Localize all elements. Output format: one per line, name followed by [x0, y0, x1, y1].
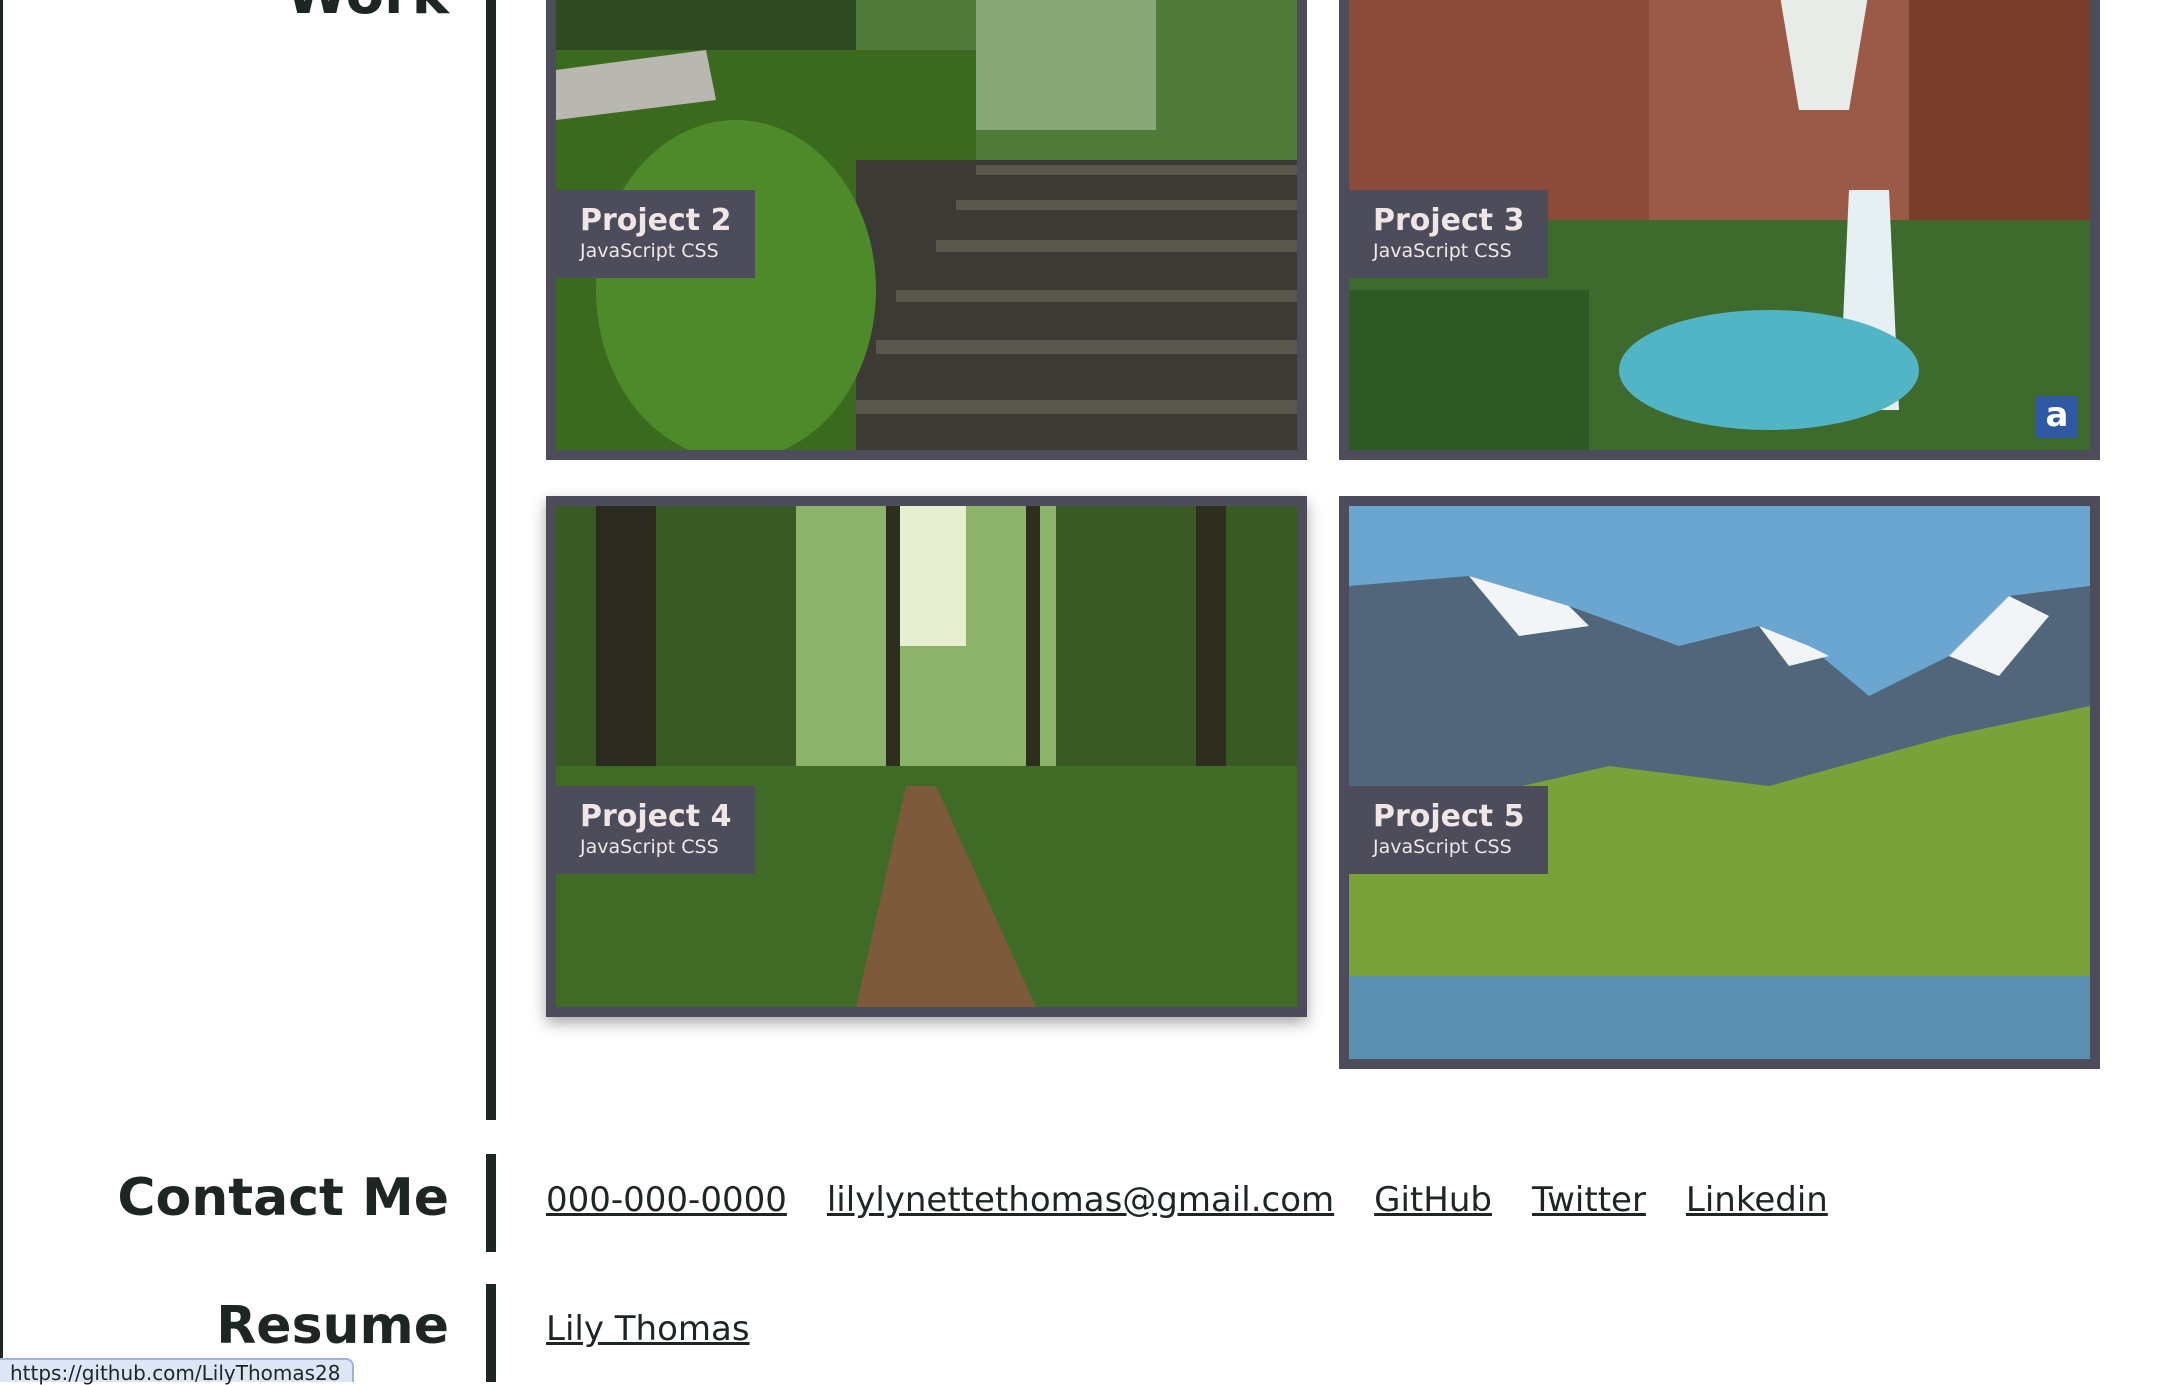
- project-3-tags: JavaScript CSS: [1373, 240, 1512, 262]
- github-link[interactable]: GitHub: [1374, 1180, 1492, 1220]
- project-5-title: Project 5: [1373, 799, 1525, 834]
- project-card-4[interactable]: Project 4 JavaScript CSS: [546, 496, 1307, 1017]
- project-3-label: Project 3 JavaScript CSS: [1349, 190, 1549, 278]
- project-2-tags: JavaScript CSS: [580, 240, 719, 262]
- resume-heading: Resume: [216, 1296, 449, 1356]
- twitter-link[interactable]: Twitter: [1532, 1180, 1646, 1220]
- linkedin-link[interactable]: Linkedin: [1686, 1180, 1828, 1220]
- link-hover-status-bar: https://github.com/LilyThomas28: [0, 1358, 355, 1384]
- project-4-title: Project 4: [580, 799, 732, 834]
- work-divider: [486, 0, 496, 1120]
- project-4-label: Project 4 JavaScript CSS: [556, 786, 756, 874]
- page-left-border: [0, 0, 3, 1382]
- contact-links: 000-000-0000 lilylynettethomas@gmail.com G…: [546, 1180, 1868, 1220]
- work-heading: Work: [286, 0, 449, 27]
- resume-link[interactable]: Lily Thomas: [546, 1309, 750, 1349]
- project-4-tags: JavaScript CSS: [580, 836, 719, 858]
- project-5-tags: JavaScript CSS: [1373, 836, 1512, 858]
- project-2-title: Project 2: [580, 203, 732, 238]
- watermark-badge: a: [2036, 396, 2078, 438]
- resume-divider: [486, 1284, 496, 1382]
- phone-link[interactable]: 000-000-0000: [546, 1180, 787, 1220]
- email-link[interactable]: lilylynettethomas@gmail.com: [827, 1180, 1334, 1220]
- contact-heading: Contact Me: [117, 1168, 449, 1228]
- project-5-image: [1349, 506, 2090, 1059]
- project-2-label: Project 2 JavaScript CSS: [556, 190, 756, 278]
- project-card-3[interactable]: a Project 3 JavaScript CSS: [1339, 0, 2100, 460]
- project-card-5[interactable]: Project 5 JavaScript CSS: [1339, 496, 2100, 1069]
- project-card-2[interactable]: Project 2 JavaScript CSS: [546, 0, 1307, 460]
- project-5-label: Project 5 JavaScript CSS: [1349, 786, 1549, 874]
- project-4-image: [556, 506, 1297, 1007]
- contact-divider: [486, 1154, 496, 1252]
- project-3-title: Project 3: [1373, 203, 1525, 238]
